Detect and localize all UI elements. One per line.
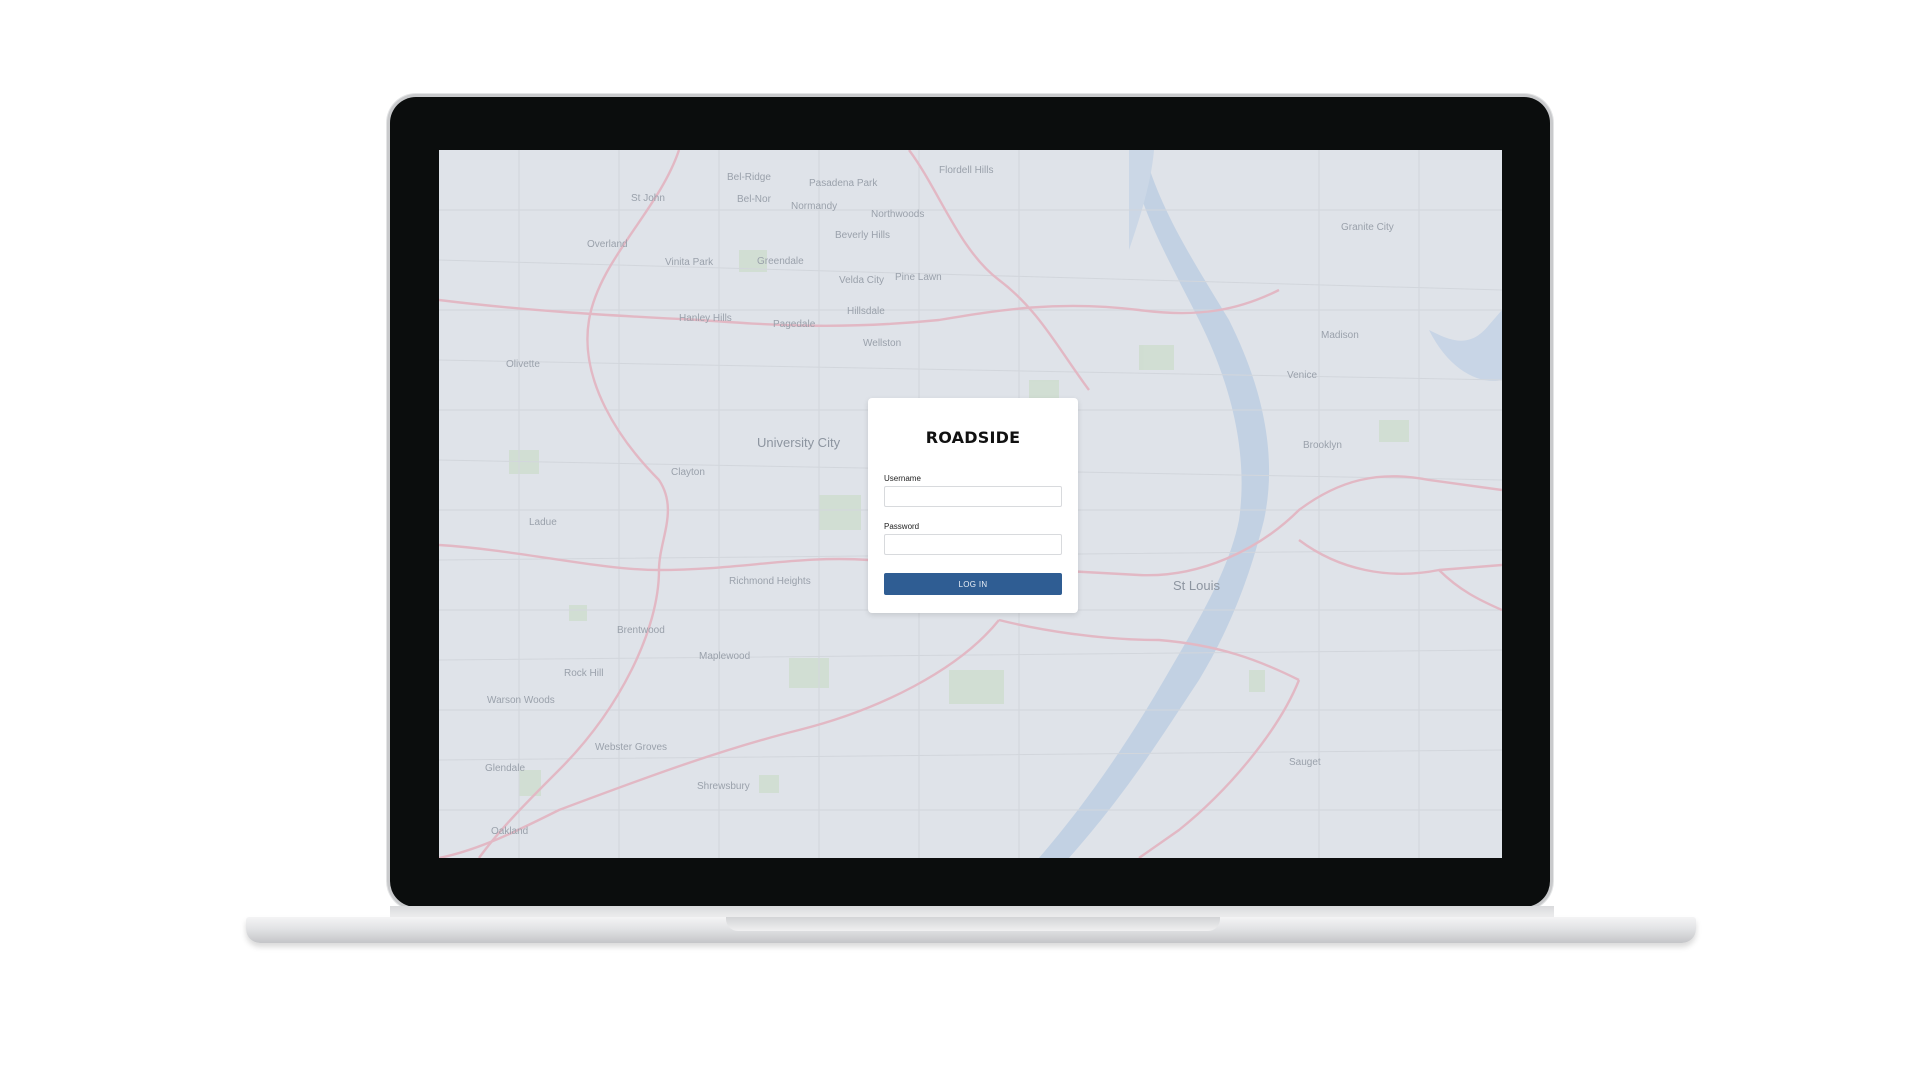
map-label: Northwoods [871,209,925,220]
map-label: Clayton [671,467,705,478]
map-label: Sauget [1289,757,1321,768]
map-label: Overland [587,239,628,250]
map-label: Warson Woods [487,695,555,706]
laptop-notch [726,917,1220,931]
map-label: Velda City [839,275,885,286]
map-label: Maplewood [699,651,751,662]
map-label: St John [631,193,665,204]
map-label: Pagedale [773,319,816,330]
login-card: ROADSIDE Username Password LOG IN [868,398,1078,613]
map-label: Vinita Park [665,257,714,268]
username-label: Username [884,474,921,483]
map-label: Richmond Heights [729,576,811,587]
password-label: Password [884,522,920,531]
map-label: St Louis [1173,578,1220,593]
map-label: Webster Groves [595,742,668,753]
map-label: Normandy [791,201,838,212]
map-label: Olivette [506,359,540,370]
map-label: Ladue [529,517,557,528]
map-label: Bel-Nor [737,194,771,205]
map-label: Bel-Ridge [727,172,771,183]
username-input[interactable] [884,486,1062,507]
map-label: Granite City [1341,222,1394,233]
map-label: Venice [1287,370,1318,381]
map-label: Wellston [863,338,902,349]
map-label: Flordell Hills [939,165,994,176]
map-label: Madison [1321,330,1359,341]
map-label: Beverly Hills [835,230,891,241]
lid-tab-right [577,93,663,96]
map-label: Brentwood [617,625,665,636]
lid-tab-left [488,93,532,96]
map-label: Pine Lawn [895,272,942,283]
login-button[interactable]: LOG IN [884,573,1062,595]
app-title: ROADSIDE [925,428,1021,447]
map-label: Pasadena Park [809,178,878,189]
map-label: Rock Hill [564,668,604,679]
map-label: Oakland [491,826,529,837]
password-input[interactable] [884,534,1062,555]
map-label: Greendale [757,256,804,267]
map-label: Hillsdale [847,306,885,317]
map-label: Brooklyn [1303,440,1342,451]
map-label: University City [757,435,841,450]
map-label: Hanley Hills [679,313,732,324]
map-label: Shrewsbury [697,781,750,792]
map-label: Glendale [485,763,526,774]
